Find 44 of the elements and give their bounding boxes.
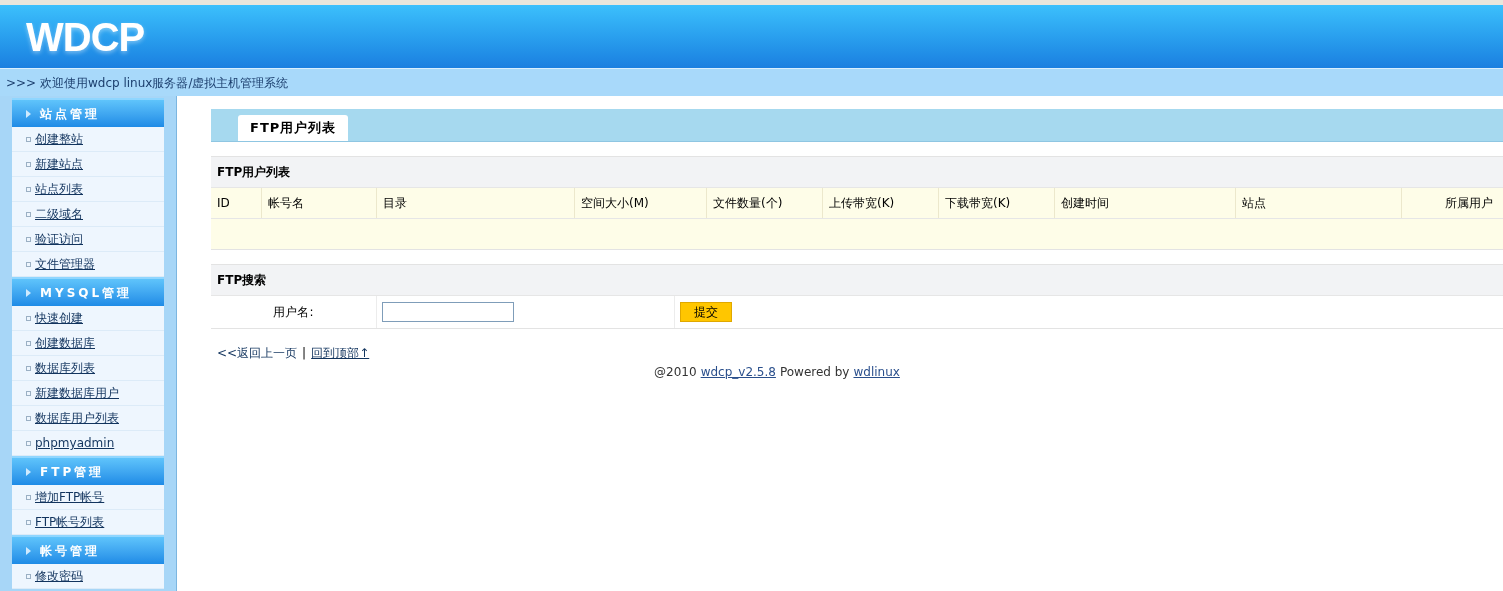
square-bullet-icon bbox=[26, 390, 31, 396]
tab[interactable]: FTP用户列表 bbox=[238, 115, 349, 141]
square-bullet-icon bbox=[26, 573, 31, 579]
column-header: 创建时间 bbox=[1055, 188, 1236, 218]
table-title: FTP用户列表 bbox=[217, 164, 291, 181]
column-header: 空间大小(M) bbox=[575, 188, 707, 218]
column-header: 下载带宽(K) bbox=[939, 188, 1055, 218]
back-to-top-link[interactable]: 回到顶部↑ bbox=[311, 344, 370, 362]
triangle-icon bbox=[26, 467, 31, 476]
square-bullet-icon bbox=[26, 136, 31, 142]
version-link[interactable]: wdcp_v2.5.8 bbox=[700, 363, 776, 381]
copyright-text: @2010 bbox=[654, 364, 697, 381]
square-bullet-icon bbox=[26, 440, 31, 446]
column-header: 所属用户 bbox=[1444, 195, 1494, 212]
square-bullet-icon bbox=[26, 161, 31, 167]
username-field[interactable] bbox=[382, 302, 514, 322]
column-header: ID bbox=[211, 188, 262, 218]
triangle-icon bbox=[26, 288, 31, 297]
square-bullet-icon bbox=[26, 261, 31, 267]
section-title: FTP搜索 bbox=[217, 272, 267, 289]
column-header: 站点 bbox=[1236, 188, 1402, 218]
square-bullet-icon bbox=[26, 365, 31, 371]
back-link[interactable]: <<返回上一页 bbox=[217, 344, 298, 362]
square-bullet-icon bbox=[26, 315, 31, 321]
column-header: 帐号名 bbox=[262, 188, 377, 218]
link-separator: | bbox=[302, 345, 307, 362]
square-bullet-icon bbox=[26, 186, 31, 192]
powered-by-text: Powered by bbox=[779, 364, 850, 381]
square-bullet-icon bbox=[26, 519, 31, 525]
author-link[interactable]: wdlinux bbox=[853, 363, 900, 381]
field-label: 用户名: bbox=[273, 304, 314, 321]
square-bullet-icon bbox=[26, 340, 31, 346]
square-bullet-icon bbox=[26, 236, 31, 242]
triangle-icon bbox=[26, 109, 31, 118]
triangle-icon bbox=[26, 546, 31, 555]
logo: WDCP bbox=[26, 13, 145, 61]
welcome-text: >>> 欢迎使用wdcp linux服务器/虚拟主机管理系统 bbox=[6, 74, 289, 92]
square-bullet-icon bbox=[26, 415, 31, 421]
square-bullet-icon bbox=[26, 494, 31, 500]
submit-button[interactable]: 提交 bbox=[680, 302, 732, 322]
square-bullet-icon bbox=[26, 211, 31, 217]
column-header: 上传带宽(K) bbox=[823, 188, 939, 218]
column-header: 文件数量(个) bbox=[707, 188, 823, 218]
column-header: 目录 bbox=[377, 188, 575, 218]
